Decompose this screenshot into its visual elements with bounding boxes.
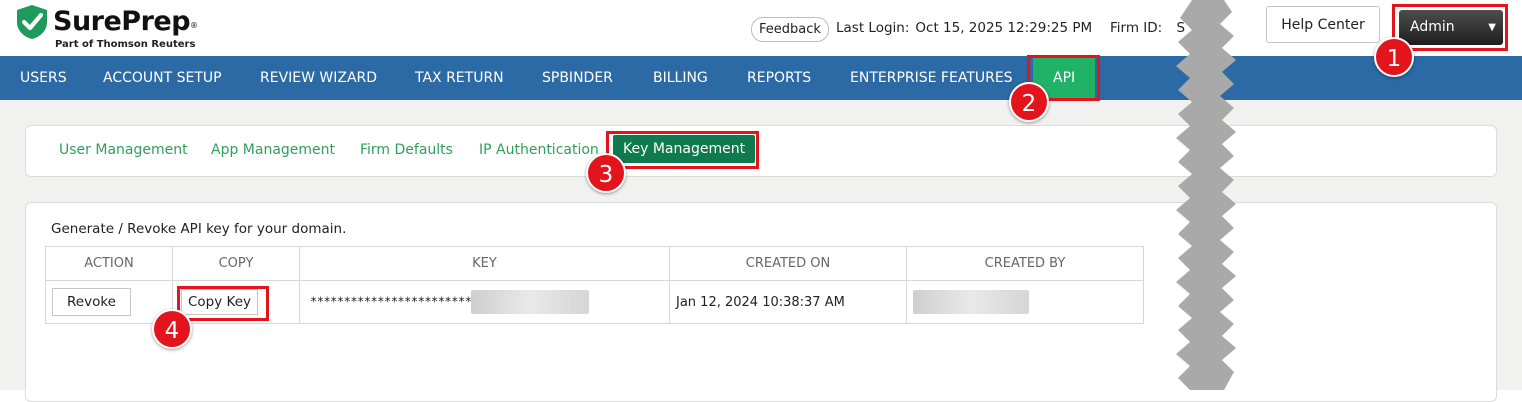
sub-nav: User Management App Management Firm Defa… [25, 125, 1497, 177]
brand-name: SurePrep® [53, 6, 198, 37]
content-area: User Management App Management Firm Defa… [0, 100, 1522, 402]
tab-app-management[interactable]: App Management [211, 142, 335, 158]
last-login-label: Last Login: [836, 20, 910, 36]
nav-item-users[interactable]: USERS [20, 56, 67, 100]
brand-tagline: Part of Thomson Reuters [55, 39, 196, 50]
redacted-created-by-block [913, 290, 1029, 314]
column-header-copy: COPY [172, 246, 300, 281]
sureprep-logo[interactable]: SurePrep® Part of Thomson Reuters [14, 4, 214, 52]
action-cell: Revoke [45, 280, 173, 324]
nav-item-tax-return[interactable]: TAX RETURN [415, 56, 504, 100]
app-header: SurePrep® Part of Thomson Reuters Feedba… [0, 0, 1522, 56]
redacted-key-block [471, 290, 590, 314]
firm-id-label: Firm ID: [1110, 20, 1163, 36]
checkmark-shield-icon [17, 5, 47, 39]
nav-item-enterprise-features[interactable]: ENTERPRISE FEATURES [850, 56, 1013, 100]
callout-badge-2: 2 [1009, 82, 1049, 122]
main-nav: USERS ACCOUNT SETUP REVIEW WIZARD TAX RE… [0, 56, 1522, 100]
torn-edge-divider [1176, 0, 1236, 390]
callout-badge-3: 3 [586, 153, 626, 193]
callout-badge-1: 1 [1374, 37, 1414, 77]
panel-description: Generate / Revoke API key for your domai… [51, 221, 347, 237]
nav-item-spbinder[interactable]: SPBINDER [542, 56, 613, 100]
masked-api-key: ************************ [310, 294, 472, 309]
tab-user-management[interactable]: User Management [59, 142, 188, 158]
help-center-button[interactable]: Help Center [1266, 6, 1380, 43]
last-login: Last Login: Oct 15, 2025 12:29:25 PM [836, 20, 1092, 36]
column-header-key: KEY [299, 246, 670, 281]
column-header-created-by: CREATED BY [906, 246, 1144, 281]
tab-firm-defaults[interactable]: Firm Defaults [360, 142, 453, 158]
column-header-created-on: CREATED ON [669, 246, 907, 281]
highlight-copy-key [177, 286, 269, 321]
feedback-button[interactable]: Feedback [751, 17, 829, 42]
tab-ip-authentication[interactable]: IP Authentication [479, 142, 599, 158]
created-on-cell: Jan 12, 2024 10:38:37 AM [669, 280, 907, 324]
last-login-value: Oct 15, 2025 12:29:25 PM [915, 20, 1093, 36]
callout-badge-4: 4 [152, 309, 192, 349]
nav-item-account-setup[interactable]: ACCOUNT SETUP [103, 56, 222, 100]
nav-item-billing[interactable]: BILLING [653, 56, 708, 100]
created-by-cell [906, 280, 1144, 324]
highlight-key-management [606, 131, 759, 169]
column-header-action: ACTION [45, 246, 173, 281]
nav-item-review-wizard[interactable]: REVIEW WIZARD [260, 56, 377, 100]
key-cell: ************************ [299, 280, 670, 324]
table-header-row: ACTION COPY KEY CREATED ON CREATED BY [45, 246, 1144, 281]
revoke-button[interactable]: Revoke [52, 288, 131, 316]
nav-item-reports[interactable]: REPORTS [747, 56, 811, 100]
